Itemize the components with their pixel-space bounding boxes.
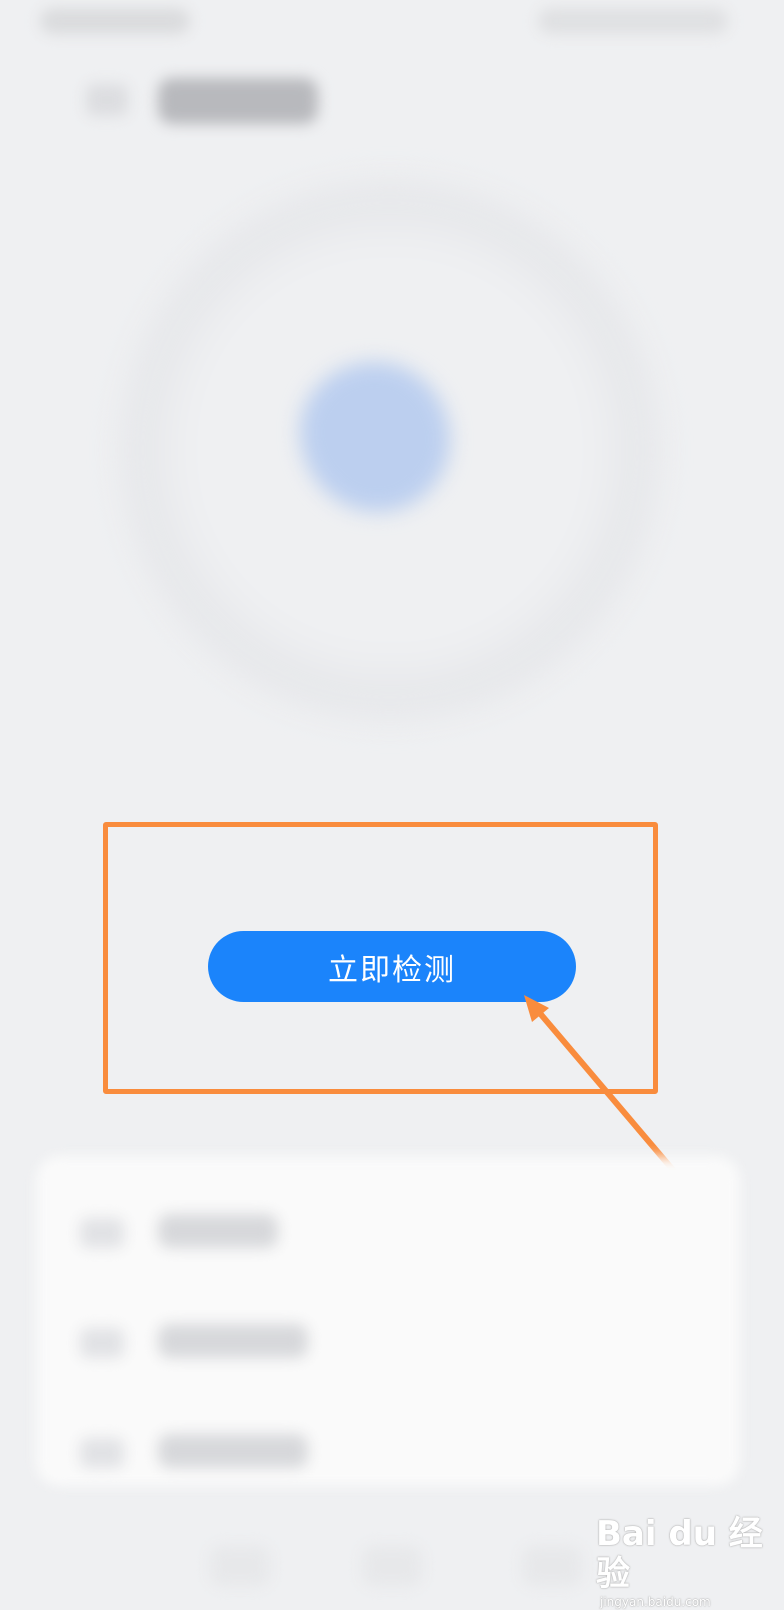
list-item-icon xyxy=(80,1438,124,1468)
page-title xyxy=(158,78,318,124)
watermark-logo: Bai du 经验 xyxy=(596,1514,763,1594)
list-item-label[interactable] xyxy=(158,1434,308,1468)
settings-card xyxy=(36,1156,740,1486)
detect-now-button[interactable]: 立即检测 xyxy=(208,931,576,1002)
nav-item-icon[interactable] xyxy=(522,1546,582,1586)
back-arrow-icon[interactable] xyxy=(86,84,128,116)
baidu-jingyan-watermark: Bai du 经验 jingyan.baidu.com xyxy=(596,1514,766,1609)
list-item-label[interactable] xyxy=(158,1214,278,1248)
status-bar-indicators xyxy=(538,8,728,34)
watermark-url: jingyan.baidu.com xyxy=(600,1595,711,1609)
list-item-label[interactable] xyxy=(158,1324,308,1358)
nav-item-icon[interactable] xyxy=(210,1546,270,1586)
list-item-icon xyxy=(80,1218,124,1248)
status-bar-time xyxy=(40,8,190,34)
nav-item-icon[interactable] xyxy=(362,1546,422,1586)
list-item-icon xyxy=(80,1328,124,1358)
